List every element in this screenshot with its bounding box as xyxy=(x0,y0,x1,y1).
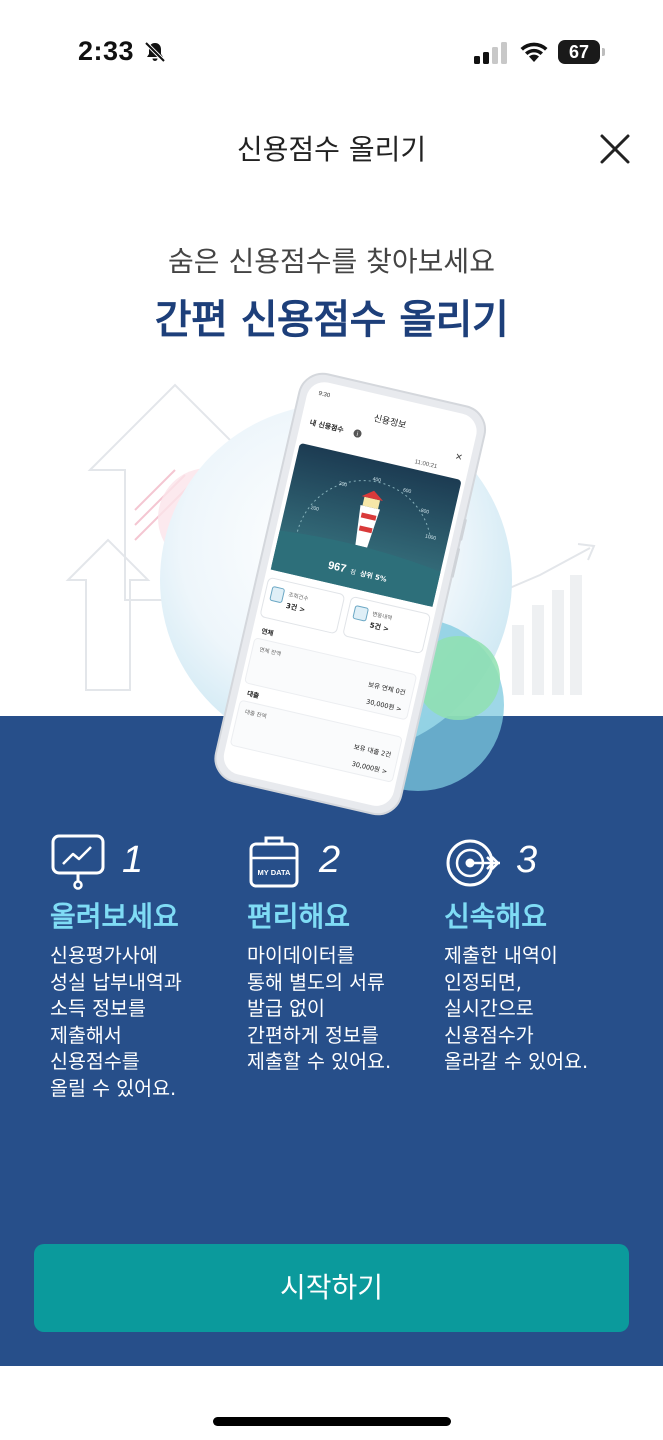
target-arrow-icon xyxy=(446,839,500,887)
feature-number: 1 xyxy=(122,839,144,881)
page-title: 신용점수 올리기 xyxy=(236,133,427,166)
feature-title: 올려보세요 xyxy=(50,900,179,933)
bar-chart-outline-icon xyxy=(512,575,582,695)
feature-description: 제출한 내역이 인정되면, 실시간으로 신용점수가 올라갈 수 있어요. xyxy=(444,944,589,1073)
bell-slash-icon xyxy=(144,41,166,63)
battery-icon: 67 xyxy=(558,40,605,64)
phone-illustration: 9:30 신용정보 내 신용점수 i ✕ 11:00:21 200 300 40… xyxy=(65,372,596,816)
feature-description: 신용평가사에 성실 납부내역과 소득 정보를 제출해서 신용점수를 올릴 수 있… xyxy=(50,944,182,1100)
status-time: 2:33 xyxy=(78,36,135,66)
intro-title: 간편 신용점수 올리기 xyxy=(154,297,509,343)
feature-title: 신속해요 xyxy=(444,900,548,933)
feature-title: 편리해요 xyxy=(247,900,351,933)
wifi-icon xyxy=(520,42,548,62)
intro-subtitle: 숨은 신용점수를 찾아보세요 xyxy=(168,245,495,278)
home-indicator[interactable] xyxy=(213,1417,451,1426)
presentation-chart-icon xyxy=(51,834,105,890)
feature-number: 3 xyxy=(516,839,538,881)
feature-description: 마이데이터를 통해 별도의 서류 발급 없이 간편하게 정보를 제출할 수 있어… xyxy=(247,944,392,1073)
status-bar: 2:33 67 xyxy=(0,0,663,100)
my-data-briefcase-icon: MY DATA xyxy=(249,836,299,888)
battery-level: 67 xyxy=(568,42,590,62)
my-data-icon-label: MY DATA xyxy=(258,868,291,877)
start-button[interactable]: 시작하기 xyxy=(34,1244,629,1332)
signal-icon xyxy=(474,42,507,64)
close-icon[interactable] xyxy=(596,130,634,168)
feature-number: 2 xyxy=(319,839,341,881)
